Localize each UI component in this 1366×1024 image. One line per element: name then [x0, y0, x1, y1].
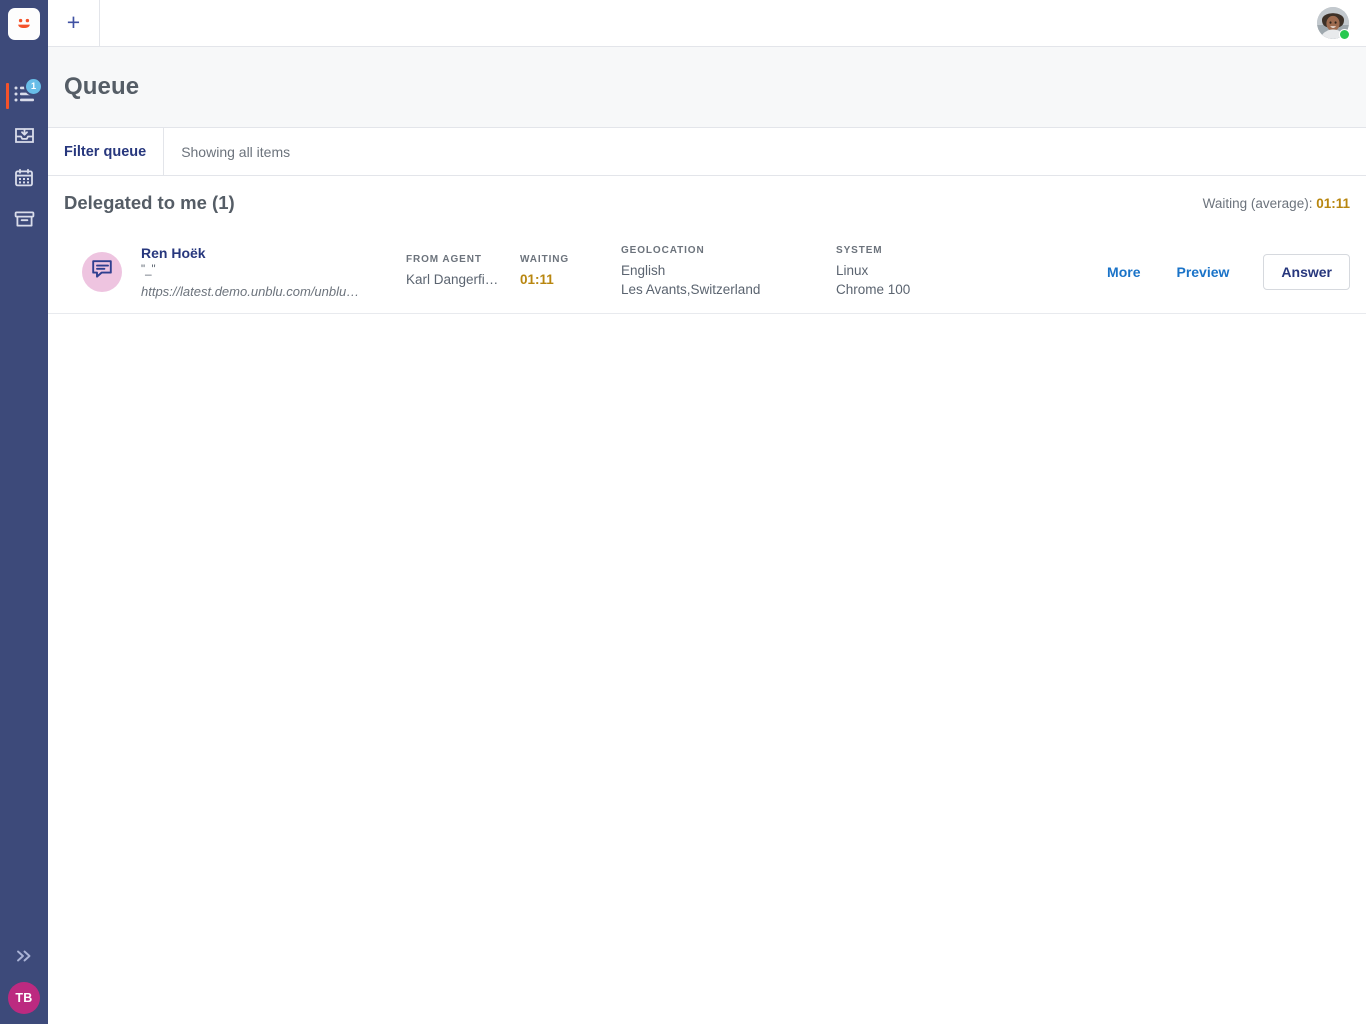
- sidebar-nav: 1: [0, 76, 48, 242]
- sidebar: 1: [0, 0, 48, 1024]
- sidebar-user-initials: TB: [15, 991, 32, 1005]
- waiting-value: 01:11: [520, 270, 621, 289]
- filter-queue-button[interactable]: Filter queue: [64, 128, 164, 175]
- sidebar-item-calendar[interactable]: [0, 160, 48, 200]
- avatar: [82, 252, 122, 292]
- account-avatar[interactable]: [1317, 7, 1349, 39]
- from-agent-value: Karl Dangerfi…: [406, 270, 520, 289]
- inbox-download-icon: [14, 126, 35, 151]
- archive-box-icon: [14, 210, 35, 234]
- geolocation-language: English: [621, 261, 836, 280]
- sidebar-item-archive[interactable]: [0, 202, 48, 242]
- system-browser: Chrome 100: [836, 280, 1016, 299]
- column-from-agent: FROM AGENT Karl Dangerfi…: [406, 254, 520, 289]
- person-name: Ren Hoëk: [141, 245, 406, 261]
- sidebar-expand-button[interactable]: [0, 942, 48, 974]
- add-tab-button[interactable]: +: [48, 0, 100, 46]
- geolocation-place: Les Avants,Switzerland: [621, 280, 836, 299]
- sidebar-item-inbox[interactable]: [0, 118, 48, 158]
- plus-icon: +: [67, 11, 80, 34]
- tab-bar-spacer: [100, 0, 1317, 46]
- sidebar-user-avatar[interactable]: TB: [8, 982, 40, 1014]
- calendar-icon: [14, 168, 34, 193]
- page-header: Queue: [48, 47, 1366, 128]
- online-status-dot: [1339, 29, 1350, 40]
- chat-bubble-icon: [91, 259, 113, 284]
- page-title: Queue: [64, 73, 139, 101]
- from-agent-label: FROM AGENT: [406, 254, 520, 265]
- answer-button[interactable]: Answer: [1263, 254, 1350, 290]
- column-geolocation: GEOLOCATION English Les Avants,Switzerla…: [621, 245, 836, 299]
- column-system: SYSTEM Linux Chrome 100: [836, 245, 1016, 299]
- main-area: +: [48, 0, 1366, 1024]
- system-os: Linux: [836, 261, 1016, 280]
- person-url: https://latest.demo.unblu.com/unblu…: [141, 284, 406, 299]
- sidebar-item-queue[interactable]: 1: [0, 76, 48, 116]
- column-waiting: WAITING 01:11: [520, 254, 621, 289]
- row-actions: More Preview Answer: [1089, 254, 1350, 290]
- app-logo[interactable]: [8, 8, 40, 40]
- person-subtitle: "_": [141, 264, 406, 276]
- filter-bar: Filter queue Showing all items: [48, 128, 1366, 176]
- unblu-smiley-logo-icon: [14, 14, 34, 34]
- more-button[interactable]: More: [1089, 264, 1158, 280]
- app-root: 1: [0, 0, 1366, 1024]
- tab-bar: +: [48, 0, 1366, 47]
- queue-item-person: Ren Hoëk "_" https://latest.demo.unblu.c…: [141, 245, 406, 299]
- waiting-average-value: 01:11: [1316, 196, 1350, 211]
- section-title: Delegated to me (1): [64, 192, 235, 214]
- content-empty-area: [48, 314, 1366, 1024]
- waiting-average: Waiting (average): 01:11: [1203, 196, 1350, 211]
- system-label: SYSTEM: [836, 245, 1016, 256]
- waiting-label: WAITING: [520, 254, 621, 265]
- sidebar-bottom: TB: [0, 942, 48, 1024]
- preview-button[interactable]: Preview: [1158, 264, 1247, 280]
- section-header: Delegated to me (1) Waiting (average): 0…: [48, 176, 1366, 230]
- queue-badge-count: 1: [26, 79, 41, 94]
- showing-items-label: Showing all items: [164, 128, 290, 175]
- waiting-average-label: Waiting (average):: [1203, 196, 1317, 211]
- double-chevron-right-icon: [15, 948, 33, 968]
- geolocation-label: GEOLOCATION: [621, 245, 836, 256]
- table-row[interactable]: Ren Hoëk "_" https://latest.demo.unblu.c…: [48, 230, 1366, 314]
